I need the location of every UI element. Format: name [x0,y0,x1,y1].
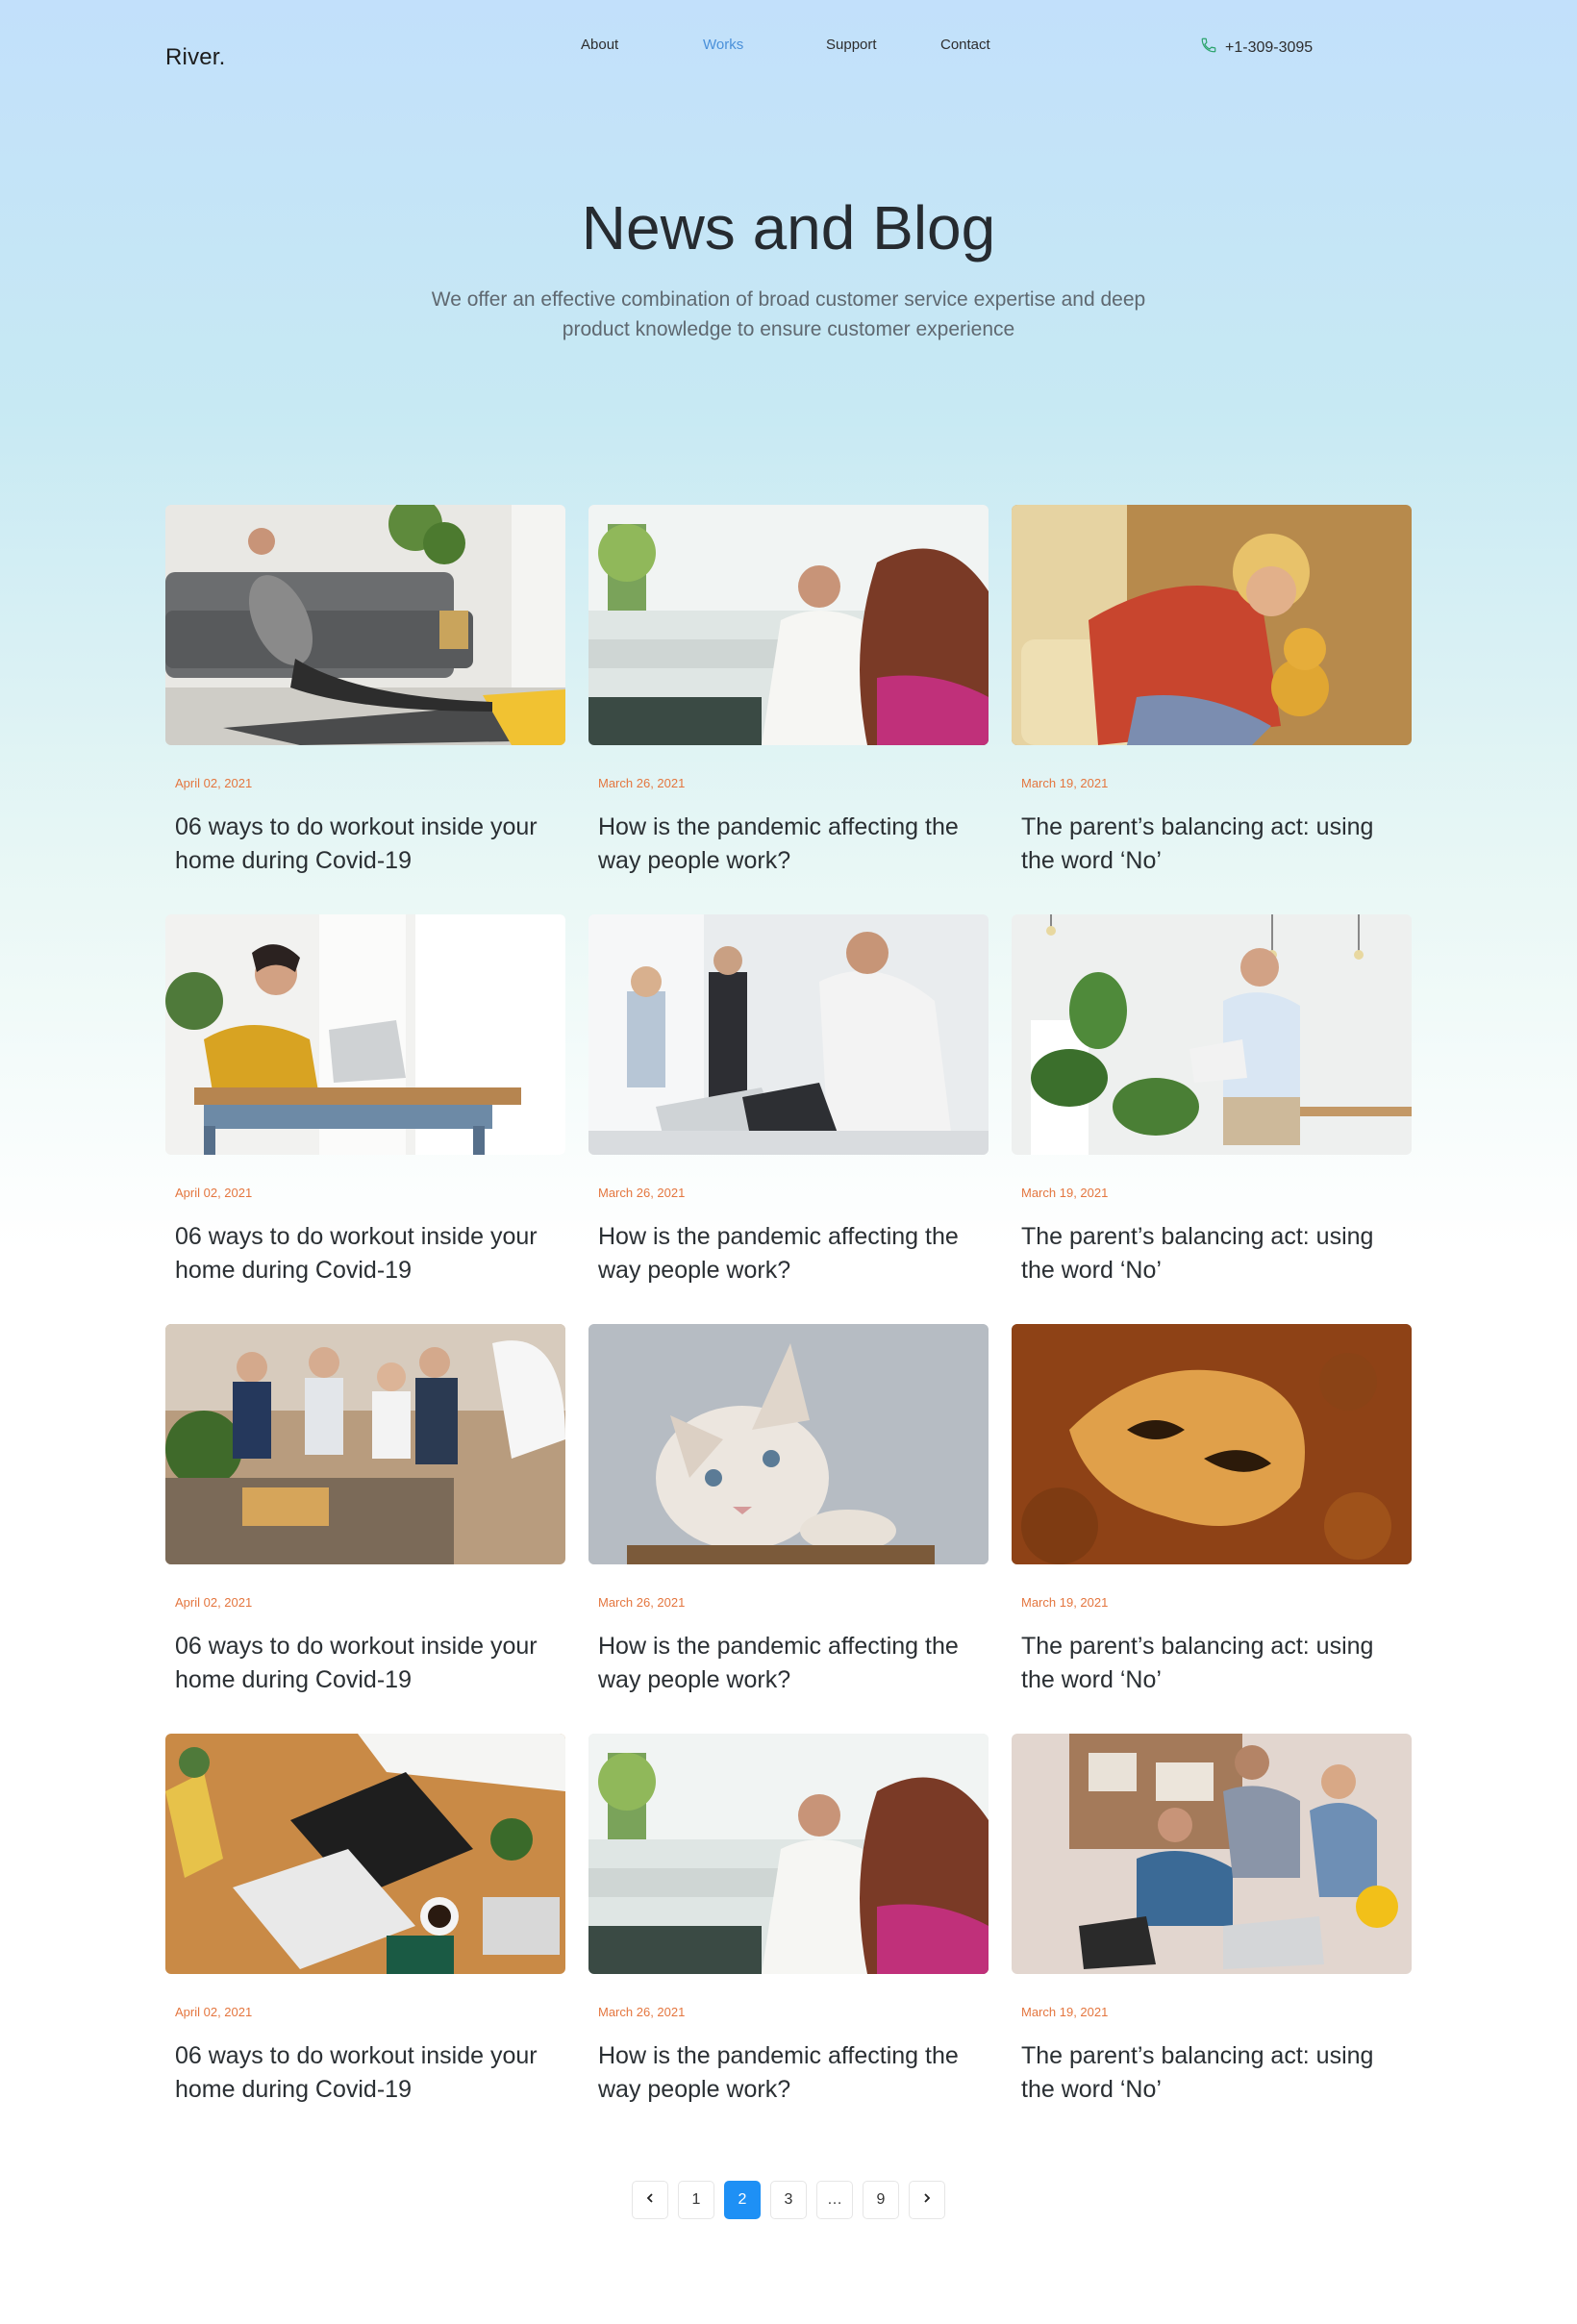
pagination: 1 2 3 … 9 [0,2181,1577,2221]
blog-card[interactable]: March 19, 2021 The parent’s balancing ac… [1012,914,1412,1324]
nav-support[interactable]: Support [826,37,877,53]
post-date: April 02, 2021 [175,776,253,790]
blog-card[interactable]: March 26, 2021 How is the pandemic affec… [588,505,989,914]
blog-card[interactable]: March 19, 2021 The parent’s balancing ac… [1012,1734,1412,2143]
post-title[interactable]: 06 ways to do workout inside your home d… [175,811,540,878]
yoga-stretch-photo[interactable] [165,505,565,745]
page-title: News and Blog [581,193,996,262]
page-9-button[interactable]: 9 [863,2181,899,2219]
page-ellipsis: … [816,2181,853,2219]
post-date: April 02, 2021 [175,2005,253,2019]
post-date: March 19, 2021 [1021,2005,1109,2019]
woman-laptop-desk-photo[interactable] [165,914,565,1155]
man-laptop-office-photo[interactable] [1012,914,1412,1155]
post-title[interactable]: How is the pandemic affecting the way pe… [598,2039,964,2107]
post-title[interactable]: 06 ways to do workout inside your home d… [175,1220,540,1287]
post-date: March 26, 2021 [598,2005,686,2019]
post-title[interactable]: The parent’s balancing act: using the wo… [1021,811,1387,878]
blog-card[interactable]: March 26, 2021 How is the pandemic affec… [588,914,989,1324]
post-date: March 26, 2021 [598,1186,686,1200]
nav-works[interactable]: Works [703,37,743,53]
post-title[interactable]: How is the pandemic affecting the way pe… [598,811,964,878]
golden-mask-photo[interactable] [1012,1324,1412,1564]
blog-card[interactable]: April 02, 2021 06 ways to do workout ins… [165,505,565,914]
team-meeting-photo[interactable] [588,914,989,1155]
chevron-left-icon [644,2191,656,2209]
post-date: April 02, 2021 [175,1595,253,1610]
blog-card[interactable]: April 02, 2021 06 ways to do workout ins… [165,914,565,1324]
blog-card[interactable]: March 26, 2021 How is the pandemic affec… [588,1324,989,1734]
phone-icon [1200,37,1217,59]
post-date: March 19, 2021 [1021,776,1109,790]
next-page-button[interactable] [909,2181,945,2219]
office-colleagues-photo[interactable] [588,505,989,745]
page-3-button[interactable]: 3 [770,2181,807,2219]
post-date: March 26, 2021 [598,776,686,790]
chevron-right-icon [921,2191,933,2209]
prev-page-button[interactable] [632,2181,668,2219]
blog-card[interactable]: April 02, 2021 06 ways to do workout ins… [165,1324,565,1734]
blog-card[interactable]: March 19, 2021 The parent’s balancing ac… [1012,1324,1412,1734]
blog-card[interactable]: March 19, 2021 The parent’s balancing ac… [1012,505,1412,914]
phone-contact[interactable]: +1-309-3095 [1200,37,1313,59]
post-date: March 19, 2021 [1021,1595,1109,1610]
post-date: March 19, 2021 [1021,1186,1109,1200]
tired-woman-teddy-photo[interactable] [1012,505,1412,745]
post-title[interactable]: How is the pandemic affecting the way pe… [598,1220,964,1287]
nav-contact[interactable]: Contact [940,37,990,53]
post-title[interactable]: How is the pandemic affecting the way pe… [598,1630,964,1697]
page-subtitle: We offer an effective combination of bro… [431,288,1146,340]
group-laptop-photo[interactable] [1012,1734,1412,1974]
desk-top-view-photo[interactable] [165,1734,565,1974]
post-title[interactable]: The parent’s balancing act: using the wo… [1021,2039,1387,2107]
post-date: March 26, 2021 [598,1595,686,1610]
page: River. About Works Support Contact +1-30… [0,0,1577,2324]
blog-grid: April 02, 2021 06 ways to do workout ins… [165,505,1412,2143]
office-colleagues-photo[interactable] [588,1734,989,1974]
business-party-photo[interactable] [165,1324,565,1564]
blog-card[interactable]: March 26, 2021 How is the pandemic affec… [588,1734,989,2143]
page-2-button[interactable]: 2 [724,2181,761,2219]
post-title[interactable]: 06 ways to do workout inside your home d… [175,2039,540,2107]
post-title[interactable]: The parent’s balancing act: using the wo… [1021,1220,1387,1287]
blog-card[interactable]: April 02, 2021 06 ways to do workout ins… [165,1734,565,2143]
phone-number: +1-309-3095 [1225,38,1314,56]
post-title[interactable]: The parent’s balancing act: using the wo… [1021,1630,1387,1697]
main-nav: About Works Support Contact [0,37,1577,60]
post-title[interactable]: 06 ways to do workout inside your home d… [175,1630,540,1697]
page-1-button[interactable]: 1 [678,2181,714,2219]
nav-about[interactable]: About [581,37,618,53]
post-date: April 02, 2021 [175,1186,253,1200]
kitten-photo[interactable] [588,1324,989,1564]
